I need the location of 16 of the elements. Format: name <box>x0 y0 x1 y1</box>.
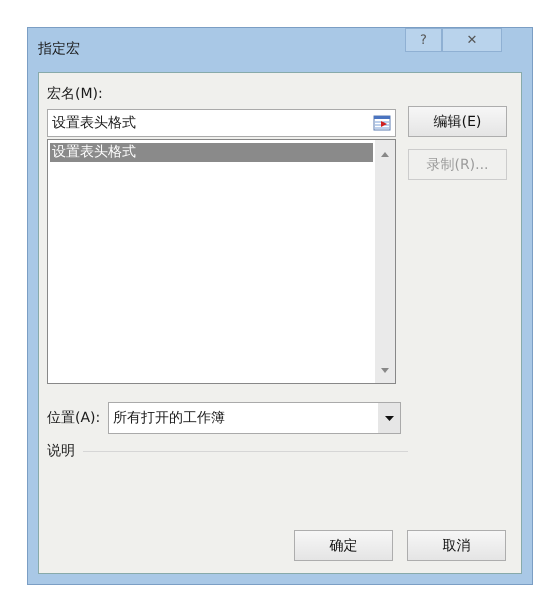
cancel-button[interactable]: 取消 <box>407 530 506 561</box>
scroll-down-icon[interactable] <box>381 368 389 373</box>
help-button[interactable]: ? <box>405 28 442 52</box>
window-title: 指定宏 <box>38 40 80 58</box>
macro-name-label: 宏名(M): <box>47 85 104 103</box>
range-select-icon[interactable] <box>373 115 391 131</box>
description-label: 说明 <box>47 442 75 460</box>
dropdown-arrow-icon <box>384 416 394 420</box>
location-label: 位置(A): <box>47 409 100 427</box>
macro-name-field[interactable]: 设置表头格式 <box>47 109 396 137</box>
scrollbar[interactable] <box>375 140 395 383</box>
edit-button[interactable]: 编辑(E) <box>408 106 507 137</box>
close-button[interactable]: ✕ <box>442 28 502 52</box>
location-dropdown[interactable]: 所有打开的工作簿 <box>108 402 402 434</box>
scroll-up-icon[interactable] <box>381 152 389 157</box>
ok-button[interactable]: 确定 <box>294 530 393 561</box>
